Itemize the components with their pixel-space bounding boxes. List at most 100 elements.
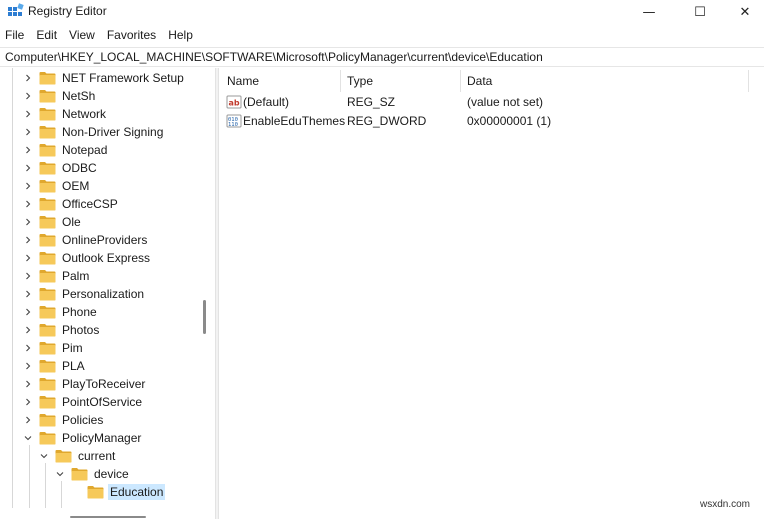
close-button[interactable]: ✕: [722, 0, 764, 24]
tree-item[interactable]: Photos: [22, 321, 101, 339]
chevron-right-icon[interactable]: [22, 270, 34, 282]
tree-scroll-thumb[interactable]: [203, 300, 206, 334]
tree-item[interactable]: Outlook Express: [22, 249, 152, 267]
chevron-right-icon[interactable]: [22, 216, 34, 228]
chevron-right-icon[interactable]: [22, 342, 34, 354]
tree-item-label[interactable]: Notepad: [60, 142, 109, 158]
menu-favorites[interactable]: Favorites: [101, 25, 162, 45]
menu-edit[interactable]: Edit: [30, 25, 63, 45]
menu-view[interactable]: View: [63, 25, 101, 45]
tree-item-label[interactable]: Phone: [60, 304, 99, 320]
chevron-right-icon[interactable]: [22, 162, 34, 174]
tree-item[interactable]: NET Framework Setup: [22, 69, 186, 87]
tree-item-label[interactable]: Ole: [60, 214, 83, 230]
chevron-down-icon[interactable]: [22, 432, 34, 444]
address-path[interactable]: Computer\HKEY_LOCAL_MACHINE\SOFTWARE\Mic…: [5, 50, 543, 64]
chevron-right-icon[interactable]: [22, 252, 34, 264]
column-separator[interactable]: [748, 70, 749, 92]
chevron-right-icon[interactable]: [22, 288, 34, 300]
tree-item-label[interactable]: OfficeCSP: [60, 196, 120, 212]
tree-item-label[interactable]: Pim: [60, 340, 85, 356]
tree-item[interactable]: Notepad: [22, 141, 109, 159]
tree-item[interactable]: OnlineProviders: [22, 231, 149, 249]
tree-item-label[interactable]: NetSh: [60, 88, 97, 104]
chevron-right-icon[interactable]: [22, 414, 34, 426]
key-tree-pane[interactable]: NET Framework Setup NetSh Network Non-Drive…: [0, 68, 212, 519]
tree-item-label[interactable]: Outlook Express: [60, 250, 152, 266]
tree-item-label[interactable]: PlayToReceiver: [60, 376, 147, 392]
value-row[interactable]: 010 110 EnableEduThemes REG_DWORD 0x0000…: [220, 112, 764, 131]
folder-icon: [39, 287, 56, 301]
tree-item-label[interactable]: PolicyManager: [60, 430, 143, 446]
tree-item[interactable]: device: [54, 465, 131, 483]
chevron-right-icon[interactable]: [22, 396, 34, 408]
address-bar[interactable]: Computer\HKEY_LOCAL_MACHINE\SOFTWARE\Mic…: [0, 47, 764, 67]
folder-icon: [39, 233, 56, 247]
menu-help[interactable]: Help: [162, 25, 199, 45]
tree-item-label[interactable]: NET Framework Setup: [60, 70, 186, 86]
chevron-right-icon[interactable]: [22, 378, 34, 390]
chevron-right-icon[interactable]: [22, 108, 34, 120]
chevron-right-icon[interactable]: [22, 360, 34, 372]
column-header-type[interactable]: Type: [340, 68, 460, 94]
tree-item[interactable]: Personalization: [22, 285, 146, 303]
tree-item-label[interactable]: Education: [108, 484, 166, 500]
chevron-right-icon[interactable]: [22, 72, 34, 84]
tree-item[interactable]: OfficeCSP: [22, 195, 120, 213]
tree-item-label[interactable]: Policies: [60, 412, 105, 428]
tree-hscroll-thumb[interactable]: [70, 516, 146, 518]
tree-item[interactable]: PolicyManager: [22, 429, 143, 447]
tree-horizontal-scrollbar[interactable]: [0, 508, 150, 519]
tree-item[interactable]: Phone: [22, 303, 99, 321]
tree-item[interactable]: Policies: [22, 411, 105, 429]
chevron-right-icon[interactable]: [70, 486, 82, 498]
tree-item-label[interactable]: PLA: [60, 358, 87, 374]
tree-item[interactable]: Education: [70, 483, 166, 501]
column-header-name[interactable]: Name: [220, 68, 340, 94]
folder-icon: [39, 377, 56, 391]
tree-item-label[interactable]: device: [92, 466, 131, 482]
column-header-data[interactable]: Data: [460, 68, 740, 94]
chevron-right-icon[interactable]: [22, 180, 34, 192]
tree-item[interactable]: Network: [22, 105, 108, 123]
folder-icon: [39, 143, 56, 157]
tree-item[interactable]: Ole: [22, 213, 83, 231]
tree-item-label[interactable]: ODBC: [60, 160, 99, 176]
value-row[interactable]: ab (Default) REG_SZ (value not set): [220, 93, 764, 112]
tree-item[interactable]: Pim: [22, 339, 85, 357]
chevron-right-icon[interactable]: [22, 90, 34, 102]
tree-item-label[interactable]: Photos: [60, 322, 101, 338]
tree-item-label[interactable]: current: [76, 448, 117, 464]
minimize-button[interactable]: —: [626, 0, 672, 24]
tree-item-label[interactable]: OEM: [60, 178, 91, 194]
tree-item[interactable]: NetSh: [22, 87, 97, 105]
chevron-right-icon[interactable]: [22, 234, 34, 246]
tree-item[interactable]: ODBC: [22, 159, 99, 177]
chevron-right-icon[interactable]: [22, 306, 34, 318]
tree-item[interactable]: OEM: [22, 177, 91, 195]
tree-item[interactable]: Palm: [22, 267, 91, 285]
chevron-down-icon[interactable]: [38, 450, 50, 462]
tree-item[interactable]: Non-Driver Signing: [22, 123, 165, 141]
tree-item[interactable]: PointOfService: [22, 393, 144, 411]
tree-item-label[interactable]: OnlineProviders: [60, 232, 149, 248]
menu-file[interactable]: File: [0, 25, 30, 45]
tree-item-label[interactable]: Network: [60, 106, 108, 122]
tree-item[interactable]: PlayToReceiver: [22, 375, 147, 393]
tree-item-label[interactable]: PointOfService: [60, 394, 144, 410]
pane-splitter[interactable]: [215, 68, 219, 519]
chevron-right-icon[interactable]: [22, 126, 34, 138]
tree-item[interactable]: PLA: [22, 357, 87, 375]
tree-item[interactable]: current: [38, 447, 117, 465]
tree-guide-line: [45, 463, 46, 508]
chevron-right-icon[interactable]: [22, 198, 34, 210]
tree-item-label[interactable]: Non-Driver Signing: [60, 124, 165, 140]
chevron-down-icon[interactable]: [54, 468, 66, 480]
tree-vertical-scrollbar[interactable]: [198, 68, 212, 508]
chevron-right-icon[interactable]: [22, 144, 34, 156]
tree-item-label[interactable]: Personalization: [60, 286, 146, 302]
tree-item-label[interactable]: Palm: [60, 268, 91, 284]
chevron-right-icon[interactable]: [22, 324, 34, 336]
values-list-pane[interactable]: Name Type Data ab (Default) REG_SZ (valu…: [220, 68, 764, 519]
maximize-button[interactable]: ☐: [677, 0, 723, 24]
